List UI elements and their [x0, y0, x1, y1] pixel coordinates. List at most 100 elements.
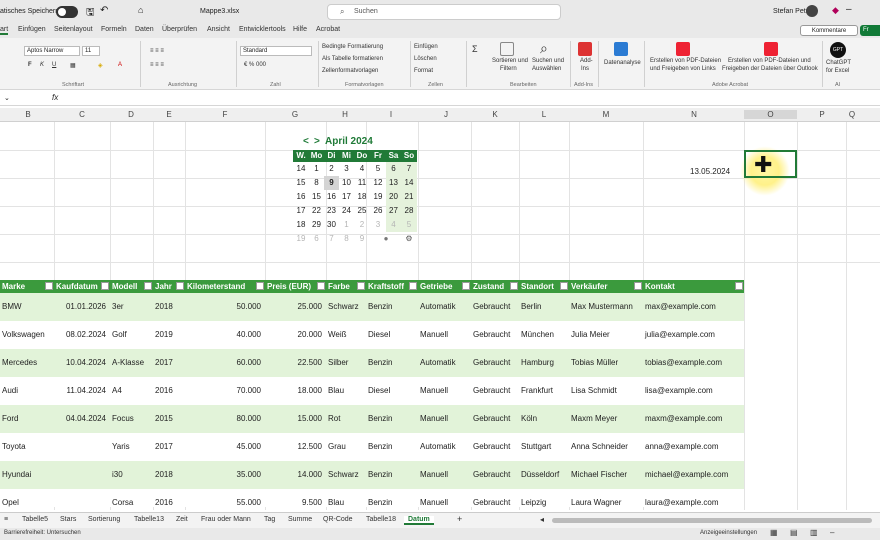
- tab-start[interactable]: art: [0, 26, 9, 35]
- filter-dropdown-icon[interactable]: [45, 282, 53, 290]
- chatgpt-label-1[interactable]: ChatGPT: [826, 60, 851, 66]
- calendar-day[interactable]: 1: [339, 218, 354, 232]
- date-cell[interactable]: 13.05.2024: [690, 167, 730, 176]
- table-header-cell[interactable]: Jahr: [153, 280, 185, 293]
- tab-acrobat[interactable]: Acrobat: [316, 26, 340, 33]
- minimize-icon[interactable]: –: [846, 4, 852, 15]
- avatar[interactable]: [806, 5, 818, 17]
- chatgpt-label-2[interactable]: for Excel: [826, 68, 849, 74]
- calendar-day[interactable]: 26: [370, 204, 386, 218]
- underline-icon[interactable]: U: [52, 62, 56, 68]
- bold-icon[interactable]: F: [28, 62, 32, 68]
- fill-color-icon[interactable]: ◈: [98, 62, 103, 69]
- comments-button[interactable]: Kommentare: [800, 25, 858, 36]
- calendar-day[interactable]: 6: [309, 232, 324, 246]
- calendar-day[interactable]: 25: [354, 204, 370, 218]
- calendar-day[interactable]: 18: [354, 190, 370, 204]
- table-header-cell[interactable]: Modell: [110, 280, 153, 293]
- filter-dropdown-icon[interactable]: [176, 282, 184, 290]
- calendar-day[interactable]: 8: [339, 232, 354, 246]
- align-bottom-icon[interactable]: ≡ ≡ ≡: [150, 62, 164, 68]
- camera-icon[interactable]: ⌂: [138, 5, 143, 15]
- calendar-day[interactable]: 14: [401, 176, 417, 190]
- save-icon[interactable]: 🖫: [86, 5, 95, 22]
- calendar-settings-icon[interactable]: ⚙: [401, 232, 417, 246]
- sheet-tab-zeit[interactable]: Zeit: [176, 516, 188, 523]
- calendar-day[interactable]: 15: [309, 190, 324, 204]
- filter-dropdown-icon[interactable]: [409, 282, 417, 290]
- filter-dropdown-icon[interactable]: [144, 282, 152, 290]
- calendar-day[interactable]: 5: [401, 218, 417, 232]
- formula-bar[interactable]: ⌄ fx: [0, 92, 880, 106]
- filter-dropdown-icon[interactable]: [101, 282, 109, 290]
- sheet-tab-qr-code[interactable]: QR-Code: [323, 516, 353, 523]
- table-header-cell[interactable]: Preis (EUR): [265, 280, 326, 293]
- table-header-cell[interactable]: Verkäufer: [569, 280, 643, 293]
- sum-icon[interactable]: Σ: [472, 44, 478, 54]
- table-header-cell[interactable]: Kilometerstand: [185, 280, 265, 293]
- col-header-e[interactable]: E: [159, 110, 179, 119]
- format-as-table-button[interactable]: Als Tabelle formatieren: [322, 56, 383, 62]
- pdf-link-label-1[interactable]: Erstellen von PDF-Dateien: [650, 58, 721, 64]
- col-header-o[interactable]: O: [744, 110, 797, 119]
- italic-icon[interactable]: K: [40, 62, 44, 68]
- calendar-day[interactable]: 12: [370, 176, 386, 190]
- col-header-k[interactable]: K: [485, 110, 505, 119]
- addins-label-2[interactable]: Ins: [581, 66, 589, 72]
- next-month-button[interactable]: >: [314, 136, 320, 147]
- pdf-link-label-2[interactable]: und Freigeben von Links: [650, 66, 716, 72]
- calendar-day[interactable]: 9: [354, 232, 370, 246]
- sort-filter-icon[interactable]: [500, 42, 514, 56]
- tab-formulas[interactable]: Formeln: [101, 26, 127, 33]
- addins-icon[interactable]: [578, 42, 592, 56]
- autosave-toggle[interactable]: [56, 6, 78, 18]
- table-header-cell[interactable]: Kontakt: [643, 280, 744, 293]
- table-header-cell[interactable]: Getriebe: [418, 280, 471, 293]
- pdf-outlook-label-1[interactable]: Erstellen von PDF-Dateien und: [728, 58, 811, 64]
- chatgpt-icon[interactable]: GPT: [830, 42, 846, 58]
- calendar-day[interactable]: 2: [354, 218, 370, 232]
- table-header-cell[interactable]: Zustand: [471, 280, 519, 293]
- table-row[interactable]: Toyota Yaris 2017 45.000 12.500 Grau Benzin Aut…: [0, 433, 744, 461]
- table-header-cell[interactable]: Standort: [519, 280, 569, 293]
- tab-view[interactable]: Ansicht: [207, 26, 230, 33]
- horizontal-scrollbar[interactable]: [552, 518, 872, 523]
- add-sheet-icon[interactable]: +: [457, 514, 462, 524]
- share-button[interactable]: Fr: [860, 25, 880, 36]
- find-label-1[interactable]: Suchen und: [532, 58, 564, 64]
- font-size-box[interactable]: 11: [82, 46, 100, 56]
- calendar-day[interactable]: 23: [324, 204, 339, 218]
- number-format-box[interactable]: Standard: [240, 46, 312, 56]
- calendar-day[interactable]: 9: [324, 176, 339, 190]
- sheet-tab-stars[interactable]: Stars: [60, 516, 76, 523]
- delete-cells-button[interactable]: Löschen: [414, 56, 437, 62]
- table-row[interactable]: Mercedes 10.04.2024 A-Klasse 2017 60.000 22.5…: [0, 349, 744, 377]
- col-header-j[interactable]: J: [436, 110, 456, 119]
- calendar-day[interactable]: 7: [401, 162, 417, 176]
- sheet-tab-tabelle13[interactable]: Tabelle13: [134, 516, 164, 523]
- filter-dropdown-icon[interactable]: [735, 282, 743, 290]
- filter-dropdown-icon[interactable]: [256, 282, 264, 290]
- page-layout-icon[interactable]: ▤: [790, 528, 798, 537]
- accessibility-status[interactable]: Barrierefreiheit: Untersuchen: [4, 530, 81, 536]
- calendar-day[interactable]: 16: [324, 190, 339, 204]
- calendar-day[interactable]: 21: [401, 190, 417, 204]
- page-break-icon[interactable]: ▥: [810, 528, 818, 537]
- sheet-tab-datum[interactable]: Datum: [404, 516, 434, 525]
- table-row[interactable]: Audi 11.04.2024 A4 2016 70.000 18.000 Blau Dies…: [0, 377, 744, 405]
- insert-cells-button[interactable]: Einfügen: [414, 44, 438, 50]
- border-icon[interactable]: ▦: [70, 62, 76, 69]
- col-header-d[interactable]: D: [121, 110, 141, 119]
- col-header-i[interactable]: I: [381, 110, 401, 119]
- col-header-b[interactable]: B: [18, 110, 38, 119]
- sheet-tab-tag[interactable]: Tag: [264, 516, 275, 523]
- calendar-day[interactable]: 30: [324, 218, 339, 232]
- table-row[interactable]: BMW 01.01.2026 3er 2018 50.000 25.000 Schwarz B…: [0, 293, 744, 321]
- calendar-day[interactable]: 3: [339, 162, 354, 176]
- calendar-day[interactable]: 28: [401, 204, 417, 218]
- calendar-day[interactable]: 17: [339, 190, 354, 204]
- sheets-menu-icon[interactable]: ≡: [4, 516, 8, 523]
- calendar-day[interactable]: 22: [309, 204, 324, 218]
- calendar-day[interactable]: 24: [339, 204, 354, 218]
- font-name-box[interactable]: Aptos Narrow: [24, 46, 80, 56]
